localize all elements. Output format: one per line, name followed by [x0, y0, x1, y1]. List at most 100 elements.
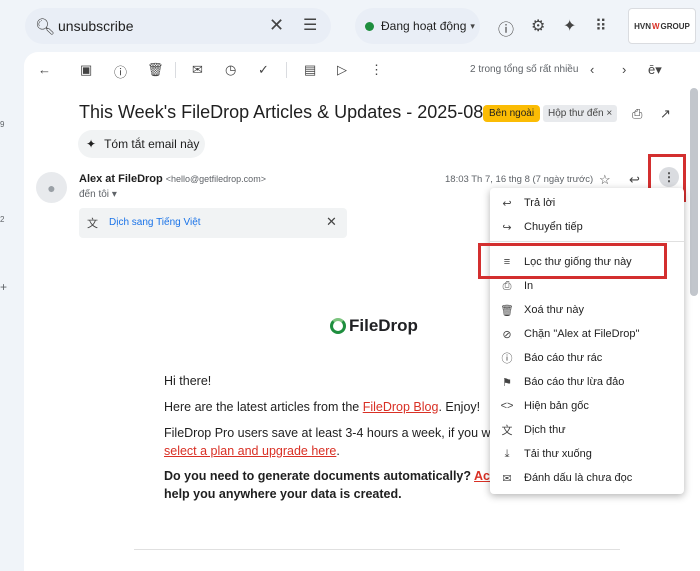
menu-item-label: Chuyển tiếp: [524, 221, 583, 233]
sparkle-icon: ✦: [86, 137, 97, 151]
help-icon[interactable]: ⓘ: [498, 16, 514, 40]
input-tools-icon[interactable]: ē▾: [648, 62, 662, 78]
download-icon: ⤓: [504, 447, 510, 460]
back-arrow-icon[interactable]: ←: [38, 62, 51, 77]
sender-name[interactable]: Alex at FileDrop: [79, 173, 163, 185]
menu-item-label: Chặn "Alex at FileDrop": [524, 328, 640, 340]
external-badge: Bên ngoài: [483, 105, 541, 122]
menu-item-show-original[interactable]: <> Hiện bản gốc: [490, 394, 684, 418]
menu-item-reply[interactable]: ↩ Trả lời: [490, 191, 684, 215]
body-line-4: help you anywhere your data is created.: [164, 487, 402, 501]
menu-item-block[interactable]: ⊘ Chặn "Alex at FileDrop": [490, 322, 684, 346]
edge-fragment: 2: [0, 215, 5, 224]
menu-item-forward[interactable]: ↪ Chuyển tiếp: [490, 215, 684, 239]
print-icon: ⎙: [502, 279, 512, 292]
menu-divider: [490, 241, 684, 242]
upgrade-link[interactable]: select a plan and upgrade here: [164, 444, 336, 458]
scrollbar-thumb[interactable]: [690, 88, 698, 296]
block-icon: ⊘: [502, 328, 512, 341]
inbox-label-text: Hộp thư đến: [548, 108, 604, 119]
body-line-2b: select a plan and upgrade here.: [164, 444, 340, 458]
translate-bar: 文 Dịch sang Tiếng Việt ✕: [79, 208, 347, 238]
filter-item-highlight: [478, 243, 667, 279]
chevron-down-icon: ▾: [470, 20, 475, 31]
translate-link[interactable]: Dịch sang Tiếng Việt: [109, 217, 201, 228]
gear-icon[interactable]: ⚙: [531, 16, 545, 36]
body-text-span: . Enjoy!: [438, 400, 481, 414]
toolbar-divider: [286, 62, 287, 78]
account-logo[interactable]: HVN W GROUP: [628, 8, 696, 44]
clear-search-icon[interactable]: ✕: [269, 15, 284, 36]
menu-item-label: Báo cáo thư lừa đảo: [524, 376, 625, 388]
search-bar[interactable]: 🔍︎ unsubscribe ✕ ☰: [25, 8, 331, 44]
blog-link[interactable]: FileDrop Blog: [363, 400, 439, 414]
translate-icon: 文: [501, 425, 513, 437]
sparkle-icon[interactable]: ✦: [563, 16, 576, 36]
body-divider: [134, 549, 620, 550]
menu-item-translate[interactable]: 文 Dịch thư: [490, 418, 684, 442]
close-icon[interactable]: ✕: [326, 214, 337, 230]
search-options-icon[interactable]: ☰: [303, 15, 317, 35]
chevron-down-icon: ▾: [111, 189, 117, 200]
move-to-icon[interactable]: ▤: [304, 62, 316, 78]
menu-item-report-spam[interactable]: ⓘ Báo cáo thư rác: [490, 346, 684, 370]
summarize-label: Tóm tắt email này: [104, 137, 200, 151]
body-text-span: Here are the latest articles from the: [164, 400, 363, 414]
sender-email: <hello@getfiledrop.com>: [165, 174, 266, 184]
body-text-span: Do you need to generate documents automa…: [164, 469, 475, 483]
snooze-icon[interactable]: ◷: [225, 62, 236, 78]
star-icon[interactable]: ☆: [599, 172, 611, 188]
mark-unread-icon[interactable]: ✉: [192, 62, 203, 78]
reply-icon: ↩: [502, 197, 512, 210]
phishing-icon: ⚑: [502, 376, 512, 389]
menu-item-label: Hiện bản gốc: [524, 400, 589, 412]
message-options-menu: ↩ Trả lời ↪ Chuyển tiếp ≡ Lọc thư giống thư…: [490, 188, 684, 494]
inbox-label[interactable]: Hộp thư đến ×: [543, 105, 618, 122]
more-vert-icon[interactable]: ⋮: [659, 167, 679, 187]
close-icon[interactable]: ×: [606, 108, 612, 119]
toolbar-divider: [175, 62, 176, 78]
archive-icon[interactable]: ▣: [80, 62, 92, 78]
add-task-icon[interactable]: ✓: [258, 62, 269, 78]
search-input[interactable]: unsubscribe: [58, 18, 134, 34]
more-vert-icon[interactable]: ⋮: [370, 62, 383, 78]
trash-icon[interactable]: 🗑︎: [147, 62, 164, 78]
report-icon[interactable]: ⓘ: [114, 62, 127, 81]
avatar[interactable]: ●: [36, 172, 67, 203]
menu-item-label: Báo cáo thư rác: [524, 352, 603, 364]
menu-item-mark-unread[interactable]: ✉ Đánh dấu là chưa đọc: [490, 466, 684, 490]
recipient-line[interactable]: đến tôi ▾: [79, 189, 117, 200]
mark-unread-icon: ✉: [502, 472, 512, 485]
forward-icon: ↪: [502, 221, 512, 234]
brand-right: GROUP: [660, 21, 690, 31]
label-icon[interactable]: ▷: [337, 62, 347, 78]
menu-item-delete[interactable]: 🗑︎ Xoá thư này: [490, 298, 684, 322]
sender-line: Alex at FileDrop <hello@getfiledrop.com>: [79, 173, 266, 185]
reply-icon[interactable]: ↩: [629, 172, 640, 188]
email-subject: This Week's FileDrop Articles & Updates …: [79, 102, 510, 122]
code-icon: <>: [500, 400, 514, 412]
edge-fragment: 9: [0, 120, 5, 129]
menu-item-report-phishing[interactable]: ⚑ Báo cáo thư lừa đảo: [490, 370, 684, 394]
brand-left: HVN: [634, 21, 651, 31]
filedrop-logo-icon: [330, 318, 346, 334]
menu-item-label: Dịch thư: [524, 424, 566, 436]
next-icon[interactable]: ›: [622, 62, 626, 77]
search-icon[interactable]: 🔍︎: [35, 17, 55, 37]
menu-item-label: Tải thư xuống: [524, 448, 592, 460]
prev-icon[interactable]: ‹: [590, 62, 594, 77]
paging-text: 2 trong tổng số rất nhiều: [470, 64, 579, 75]
menu-item-label: In: [524, 280, 534, 292]
summarize-button[interactable]: ✦ Tóm tắt email này: [78, 130, 205, 158]
apps-icon[interactable]: ⠿: [595, 16, 607, 36]
body-line-3: Do you need to generate documents automa…: [164, 469, 505, 483]
menu-item-download[interactable]: ⤓ Tải thư xuống: [490, 442, 684, 466]
print-icon[interactable]: ⎙: [632, 106, 642, 122]
body-greeting: Hi there!: [164, 374, 212, 388]
body-line-2: FileDrop Pro users save at least 3-4 hou…: [164, 426, 502, 440]
report-spam-icon: ⓘ: [501, 353, 513, 365]
menu-item-label: Trả lời: [524, 197, 556, 209]
open-new-window-icon[interactable]: ↗: [660, 106, 671, 122]
body-text-span: .: [336, 444, 340, 458]
status-chip[interactable]: Đang hoạt động ▾: [355, 8, 480, 44]
